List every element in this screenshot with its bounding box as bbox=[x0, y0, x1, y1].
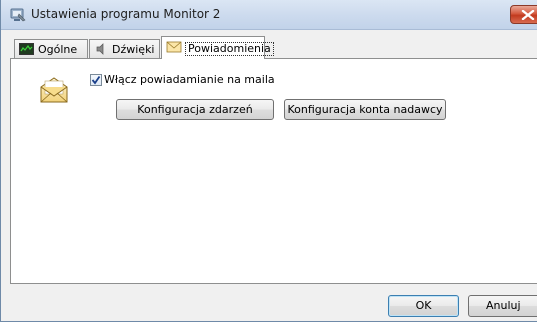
mail-envelope-icon bbox=[39, 76, 69, 107]
title-bar[interactable]: Ustawienia programu Monitor 2 bbox=[1, 0, 537, 30]
tab-powiadomienia-label: Powiadomienia bbox=[185, 42, 274, 56]
cancel-button[interactable]: Anuluj bbox=[468, 295, 537, 317]
tab-dzwieki[interactable]: Dźwięki bbox=[89, 39, 160, 59]
ok-button[interactable]: OK bbox=[388, 295, 459, 317]
configure-sender-account-button[interactable]: Konfiguracja konta nadawcy bbox=[284, 99, 446, 120]
window-title: Ustawienia programu Monitor 2 bbox=[31, 7, 221, 21]
tab-dzwieki-label: Dźwięki bbox=[112, 43, 155, 56]
email-notification-label[interactable]: Włącz powiadamianie na maila bbox=[104, 73, 275, 86]
notifications-panel bbox=[10, 58, 537, 284]
tab-powiadomienia[interactable]: Powiadomienia bbox=[161, 36, 274, 59]
tab-ogolne[interactable]: Ogólne bbox=[14, 39, 88, 59]
envelope-icon bbox=[166, 41, 182, 56]
settings-window: Ustawienia programu Monitor 2 Ogólne Dźw… bbox=[0, 0, 537, 322]
monitor-icon bbox=[19, 43, 34, 58]
checkmark-icon bbox=[91, 75, 101, 85]
email-notification-checkbox[interactable] bbox=[90, 74, 102, 86]
app-icon bbox=[10, 8, 26, 22]
speaker-icon bbox=[94, 43, 108, 58]
close-icon bbox=[521, 10, 535, 20]
close-button[interactable] bbox=[510, 5, 537, 24]
tab-ogolne-label: Ogólne bbox=[38, 43, 78, 56]
configure-events-button[interactable]: Konfiguracja zdarzeń bbox=[116, 99, 274, 120]
